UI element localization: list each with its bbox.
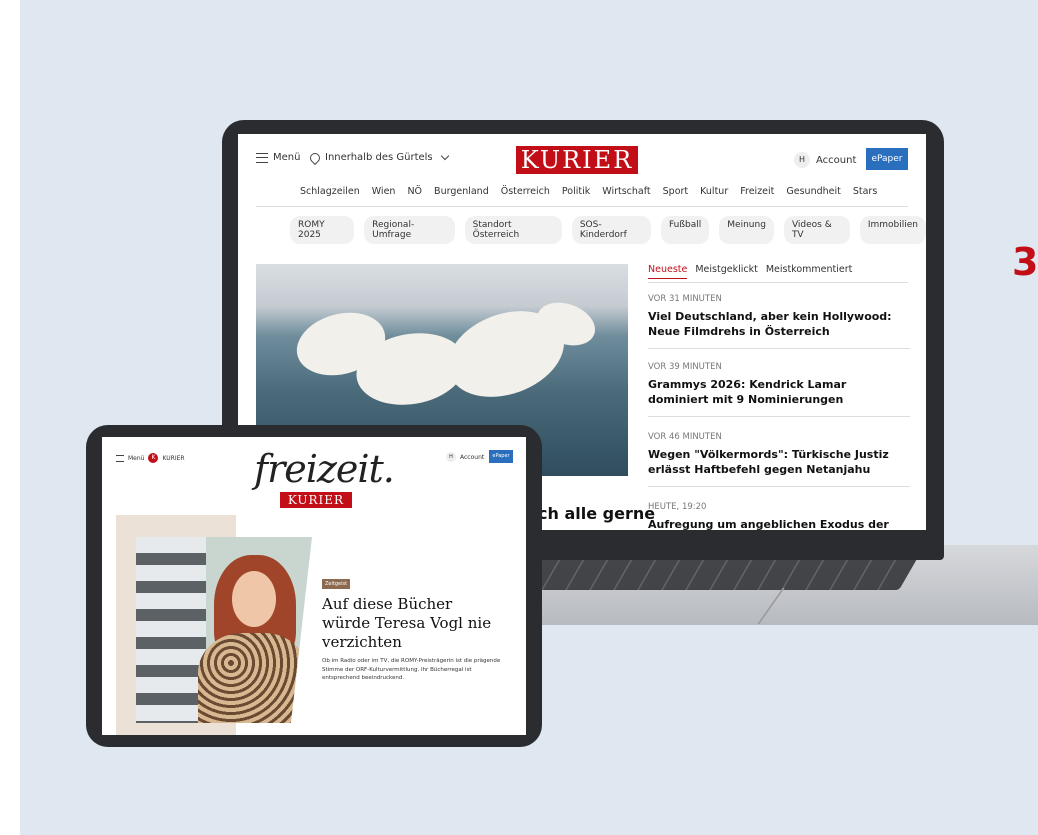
topic-chip[interactable]: Regional-Umfrage (364, 216, 455, 244)
portrait-leopard-blouse (198, 633, 308, 723)
building-background (136, 537, 206, 723)
nav-item[interactable]: Österreich (501, 186, 550, 197)
article-lead: Ob im Radio oder im TV, die ROMY-Preistr… (322, 658, 501, 682)
news-tab[interactable]: Neueste (648, 264, 688, 279)
hamburger-icon (256, 152, 268, 163)
nav-item[interactable]: Kultur (700, 186, 728, 197)
location-selector[interactable]: Innerhalb des Gürtels (307, 150, 449, 165)
news-item[interactable]: VOR 39 MINUTEN Grammys 2026: Kendrick Lam… (648, 362, 910, 417)
news-tabs: Neueste Meistgeklickt Meistkommentiert (648, 264, 852, 279)
nav-item[interactable]: Gesundheit (786, 186, 840, 197)
nav-item[interactable]: Wirtschaft (602, 186, 650, 197)
menu-label: Menü (273, 152, 301, 163)
epaper-button[interactable]: ePaper (866, 148, 908, 170)
nav-item[interactable]: Wien (372, 186, 396, 197)
tablet-menu-label: Menü (128, 454, 145, 462)
category-tag[interactable]: Zeitgeist (322, 579, 351, 589)
news-item[interactable]: HEUTE, 19:20 Aufregung um angeblichen Exo… (648, 502, 910, 530)
news-separator (648, 485, 910, 487)
topic-chip[interactable]: SOS-Kinderdorf (571, 216, 651, 244)
news-separator (648, 347, 910, 349)
chevron-down-icon (440, 151, 449, 161)
kurier-logo[interactable]: KURIER (516, 146, 638, 174)
news-time: VOR 39 MINUTEN (648, 362, 722, 372)
tablet-brand-small: KURIER (162, 454, 185, 462)
news-title[interactable]: Grammys 2026: Kendrick Lamar dominiert m… (648, 377, 910, 408)
nav-item[interactable]: Stars (853, 186, 877, 197)
site-header: Menü Innerhalb des Gürtels KURIER H Acco… (238, 134, 926, 184)
step-number: 3 (1012, 240, 1038, 284)
portrait-face (232, 571, 276, 627)
kurier-badge: KURIER (280, 492, 352, 508)
news-time: HEUTE, 19:20 (648, 502, 707, 512)
topic-chips: ROMY 2025 Regional-Umfrage Standort Österr… (290, 216, 926, 244)
topic-chip[interactable]: Standort Österreich (464, 216, 562, 244)
news-title[interactable]: Aufregung um angeblichen Exodus der „Neu… (648, 517, 910, 530)
tablet-screen: Menü K KURIER freizeit. KURIER H Account… (102, 437, 526, 735)
tablet-account-avatar: H (446, 452, 456, 462)
nav-divider (256, 206, 908, 207)
article-headline[interactable]: Auf diese Bücher würde Teresa Vogl nie v… (322, 595, 502, 651)
tablet-menu-button[interactable]: Menü K KURIER (116, 453, 185, 463)
nav-item[interactable]: Sport (663, 186, 689, 197)
location-pin-icon (307, 150, 323, 165)
topic-chip[interactable]: Meinung (719, 216, 774, 244)
news-title[interactable]: Viel Deutschland, aber kein Hollywood: N… (648, 309, 910, 340)
nav-item[interactable]: Politik (562, 186, 590, 197)
news-time: VOR 46 MINUTEN (648, 432, 722, 442)
tablet-epaper-button[interactable]: ePaper (489, 450, 513, 463)
news-item[interactable]: VOR 46 MINUTEN Wegen "Völkermords": Türki… (648, 432, 910, 487)
topic-chip[interactable]: ROMY 2025 (290, 216, 355, 244)
news-time: VOR 31 MINUTEN (648, 294, 722, 304)
topic-chip[interactable]: Fußball (661, 216, 710, 244)
location-label: Innerhalb des Gürtels (325, 152, 433, 163)
news-title[interactable]: Wegen "Völkermords": Türkische Justiz er… (648, 447, 910, 478)
account-label: Account (816, 154, 857, 166)
account-button[interactable]: H Account (794, 152, 856, 168)
main-navigation: Schlagzeilen Wien NÖ Burgenland Österreich Po… (300, 186, 877, 197)
promo-stage: 3 Menü Innerhalb des Gürtels KURIER H Ac… (0, 0, 1038, 835)
article-photo[interactable] (136, 537, 312, 723)
nav-item[interactable]: Schlagzeilen (300, 186, 360, 197)
news-tab[interactable]: Meistgeklickt (695, 264, 757, 279)
news-item[interactable]: VOR 31 MINUTEN Viel Deutschland, aber kei… (648, 294, 910, 349)
hamburger-icon (116, 454, 124, 462)
account-avatar: H (794, 152, 810, 168)
nav-item[interactable]: NÖ (407, 186, 422, 197)
kurier-small-icon: K (148, 453, 159, 463)
news-tab[interactable]: Meistkommentiert (766, 264, 853, 279)
topic-chip[interactable]: Videos & TV (783, 216, 850, 244)
nav-item[interactable]: Burgenland (434, 186, 489, 197)
menu-button[interactable]: Menü (256, 152, 300, 163)
tabs-divider (648, 282, 908, 283)
tablet-account-button[interactable]: H Account (446, 452, 484, 462)
news-separator (648, 415, 910, 417)
freizeit-logo[interactable]: freizeit. (254, 447, 395, 491)
topic-chip[interactable]: Immobilien (859, 216, 926, 244)
hero-teaser-title[interactable]: ch alle gerne (538, 504, 655, 523)
nav-item[interactable]: Freizeit (740, 186, 774, 197)
tablet-account-label: Account (460, 453, 485, 461)
